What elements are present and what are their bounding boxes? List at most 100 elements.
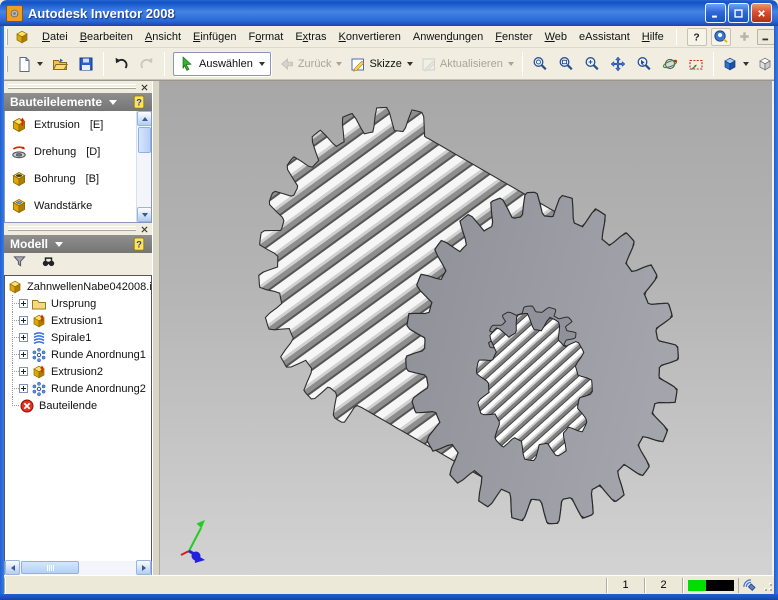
features-help-button[interactable]: ? [132, 95, 146, 110]
toolbar-separator [522, 52, 523, 76]
feature-item-bohrung[interactable]: Bohrung[B] [5, 165, 151, 192]
tree-item-spirale1[interactable]: Spirale1 [7, 329, 151, 346]
scroll-up-button[interactable] [137, 111, 152, 126]
scroll-left-button[interactable] [5, 560, 20, 575]
tree-item-runde-anordnung1[interactable]: Runde Anordnung1 [7, 346, 151, 363]
status-page-1[interactable]: 1 [606, 578, 644, 593]
model-panel-header[interactable]: Modell ? [4, 235, 152, 253]
3d-viewport[interactable] [160, 81, 774, 575]
menubar-grip[interactable] [6, 29, 8, 45]
close-button[interactable] [751, 3, 772, 23]
assistant-icon [713, 29, 728, 44]
find-button[interactable] [41, 254, 56, 274]
shaded-display-button[interactable] [718, 51, 753, 77]
document-system-icon[interactable] [14, 29, 30, 45]
app-icon [6, 5, 23, 22]
expand-plus-button[interactable] [19, 316, 28, 325]
tree-item-bauteilende[interactable]: Bauteilende [7, 397, 151, 414]
zoom-all-button[interactable] [527, 51, 553, 77]
menu-item-web[interactable]: Web [539, 28, 573, 46]
helical-gear-model[interactable] [160, 81, 772, 576]
expand-plus-button[interactable] [19, 350, 28, 359]
menu-item-anwendungen[interactable]: Anwendungen [407, 28, 489, 46]
toolbar-grip[interactable] [6, 56, 8, 72]
feature-item-extrusion[interactable]: Extrusion[E] [5, 111, 151, 138]
shaded-display-icon [722, 56, 738, 72]
satellite-icon [742, 578, 757, 593]
zoom-button[interactable] [579, 51, 605, 77]
open-folder-button[interactable] [47, 51, 73, 77]
maximize-button[interactable] [728, 3, 749, 23]
new-file-button[interactable] [12, 51, 47, 77]
zoom-window-button[interactable] [553, 51, 579, 77]
zoom-all-icon [532, 56, 548, 72]
expand-plus-button[interactable] [19, 299, 28, 308]
folder-icon [31, 296, 47, 312]
tree-item-ursprung[interactable]: Ursprung [7, 295, 151, 312]
select-cursor-button[interactable]: Auswählen [169, 51, 275, 77]
panel-splitter[interactable] [152, 81, 160, 575]
status-page-2[interactable]: 2 [644, 578, 682, 593]
look-at-button[interactable] [683, 51, 709, 77]
orbit-button[interactable] [657, 51, 683, 77]
chevron-down-icon[interactable] [37, 62, 43, 66]
plus-button[interactable] [735, 28, 755, 46]
filter-button[interactable] [12, 254, 27, 274]
tree-item-extrusion2[interactable]: Extrusion2 [7, 363, 151, 380]
feature-item-wandstärke[interactable]: Wandstärke [5, 192, 151, 219]
help-button[interactable]: ? [687, 28, 707, 46]
features-vertical-scrollbar[interactable] [136, 111, 151, 222]
scroll-down-button[interactable] [137, 207, 152, 222]
features-panel-drag-handle[interactable] [8, 84, 136, 89]
menu-item-einfügen[interactable]: Einfügen [187, 28, 242, 46]
feature-item-drehung[interactable]: Drehung[D] [5, 138, 151, 165]
menu-item-fenster[interactable]: Fenster [489, 28, 538, 46]
resize-grip[interactable] [760, 578, 774, 593]
part-icon [7, 279, 23, 295]
redo-icon [139, 56, 155, 72]
undo-button[interactable] [108, 51, 134, 77]
tree-root[interactable]: ZahnwellenNabe042008.ipt [7, 278, 151, 295]
save-button[interactable] [73, 51, 99, 77]
tree-item-runde-anordnung2[interactable]: Runde Anordnung2 [7, 380, 151, 397]
model-help-button[interactable]: ? [132, 237, 146, 252]
features-panel-header[interactable]: Bauteilelemente ? [4, 93, 152, 111]
expand-plus-button[interactable] [19, 384, 28, 393]
model-panel-close-button[interactable] [138, 223, 150, 235]
menu-item-eassistant[interactable]: eAssistant [573, 28, 636, 46]
expand-plus-button[interactable] [19, 333, 28, 342]
menu-item-ansicht[interactable]: Ansicht [139, 28, 187, 46]
menu-item-bearbeiten[interactable]: Bearbeiten [74, 28, 139, 46]
chevron-down-icon[interactable] [508, 62, 514, 66]
zoom-selected-button[interactable] [631, 51, 657, 77]
assistant-button[interactable] [711, 28, 731, 46]
circular-pattern-icon [31, 347, 47, 363]
select-tool-box[interactable]: Auswählen [173, 52, 271, 76]
chevron-down-icon[interactable] [743, 62, 749, 66]
model-panel-drag-handle[interactable] [8, 226, 136, 231]
chevron-down-icon[interactable] [407, 62, 413, 66]
tree-item-extrusion1[interactable]: Extrusion1 [7, 312, 151, 329]
menu-item-hilfe[interactable]: Hilfe [636, 28, 670, 46]
features-panel-close-button[interactable] [138, 81, 150, 93]
select-cursor-icon [179, 56, 195, 72]
hole-icon [10, 170, 28, 188]
chevron-down-icon[interactable] [259, 62, 265, 66]
child-minimize-button[interactable] [757, 29, 776, 45]
sketch-button[interactable]: Skizze [346, 51, 416, 77]
menu-item-extras[interactable]: Extras [289, 28, 332, 46]
model-horizontal-scrollbar[interactable] [4, 561, 152, 576]
tree-connector [7, 380, 19, 397]
features-list: Extrusion[E]Drehung[D]Bohrung[B]Wandstär… [4, 111, 152, 223]
menu-item-datei[interactable]: Datei [36, 28, 74, 46]
menu-item-format[interactable]: Format [242, 28, 289, 46]
expand-plus-button[interactable] [19, 367, 28, 376]
menu-item-konvertieren[interactable]: Konvertieren [333, 28, 407, 46]
scrollbar-thumb[interactable] [138, 127, 151, 153]
chevron-down-icon[interactable] [336, 62, 342, 66]
arrow-right-icon [142, 565, 146, 571]
minimize-button[interactable] [705, 3, 726, 23]
scroll-right-button[interactable] [136, 560, 151, 575]
pan-button[interactable] [605, 51, 631, 77]
scrollbar-thumb[interactable] [21, 561, 79, 574]
